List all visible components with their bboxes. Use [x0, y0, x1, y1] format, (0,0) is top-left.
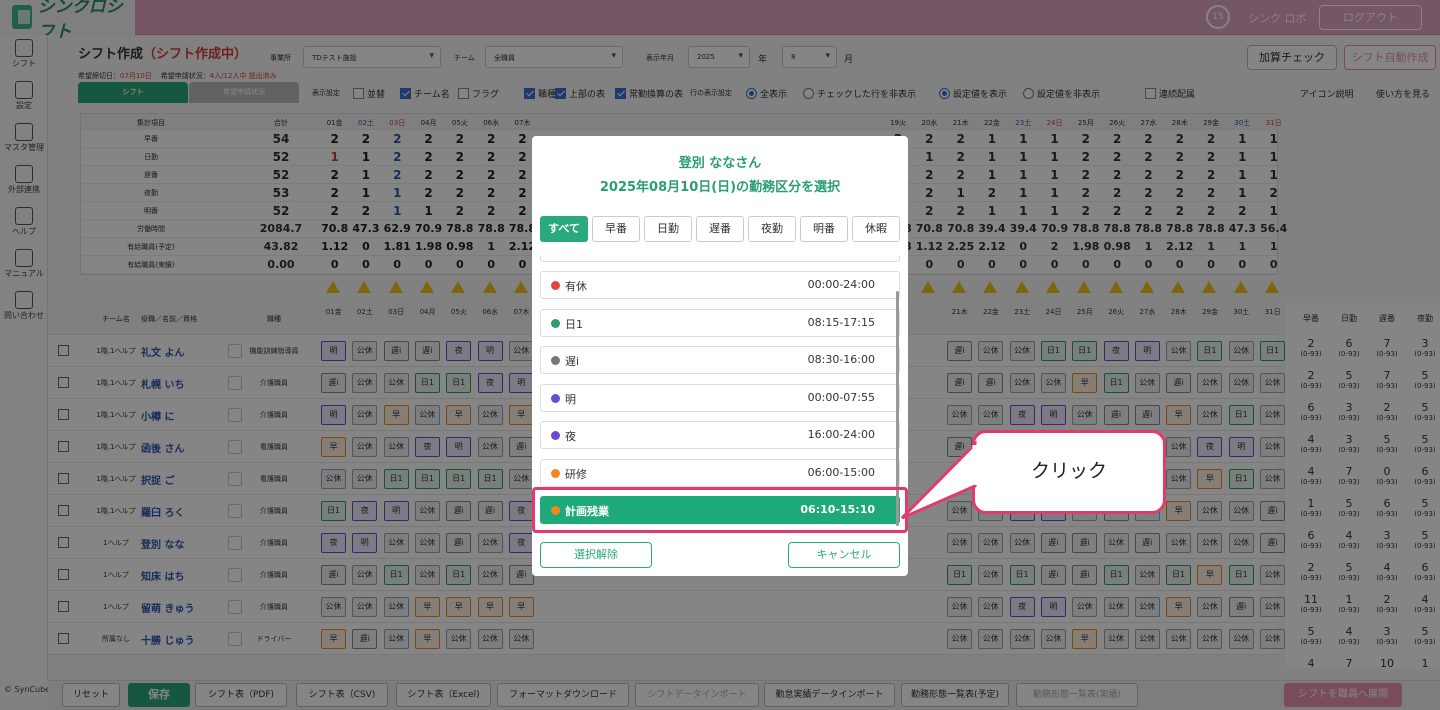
filter-tab-0[interactable]: すべて — [540, 216, 588, 242]
dialog-subtitle: 2025年08月10日(日)の勤務区分を選択 — [599, 180, 841, 195]
filter-tab-2[interactable]: 日勤 — [644, 216, 692, 242]
clear-selection-button[interactable]: 選択解除 — [540, 542, 652, 568]
shift-option[interactable]: 遅i 08:30-16:00 — [540, 346, 900, 374]
shift-time: 08:30-16:00 — [807, 353, 875, 366]
shift-name: 研修 — [565, 467, 587, 481]
shift-option[interactable]: 明 00:00-07:55 — [540, 383, 900, 412]
shift-time: 16:00-24:00 — [807, 428, 875, 441]
shift-time: 06:00-15:00 — [807, 465, 875, 479]
shift-name: 日1 — [565, 317, 583, 331]
shift-color-dot — [551, 318, 560, 328]
filter-tab-5[interactable]: 明番 — [800, 216, 848, 242]
highlight-frame — [532, 487, 908, 533]
shift-color-dot — [551, 281, 560, 290]
shift-time: 08:15-17:15 — [807, 315, 875, 329]
filter-tab-4[interactable]: 夜勤 — [748, 216, 796, 242]
shift-option[interactable]: 日1 08:15-17:15 — [540, 308, 900, 337]
shift-color-dot — [551, 356, 560, 365]
shift-name: 遅i — [565, 355, 580, 368]
callout-pointer — [900, 440, 978, 520]
shift-color-dot — [551, 468, 560, 478]
filter-tab-6[interactable]: 休暇 — [852, 216, 900, 242]
shift-option[interactable]: 夜 16:00-24:00 — [540, 421, 900, 449]
shift-name: 夜 — [565, 430, 576, 443]
shift-option[interactable]: 研修 06:00-15:00 — [540, 458, 900, 487]
shift-name: 有休 — [565, 280, 587, 293]
shift-name: 明 — [565, 392, 576, 406]
filter-tab-3[interactable]: 遅番 — [696, 216, 744, 242]
shift-option[interactable]: 有休 00:00-24:00 — [540, 271, 900, 299]
shift-time: 00:00-24:00 — [807, 278, 875, 291]
shift-color-dot — [551, 431, 560, 440]
filter-tab-1[interactable]: 早番 — [592, 216, 640, 242]
click-callout: クリック — [972, 430, 1166, 514]
cancel-button[interactable]: キャンセル — [788, 542, 900, 568]
dialog-title: 登別 ななさん — [678, 156, 762, 171]
shift-color-dot — [551, 393, 560, 403]
shift-time: 00:00-07:55 — [807, 390, 875, 404]
list-item-partial[interactable] — [540, 256, 900, 262]
